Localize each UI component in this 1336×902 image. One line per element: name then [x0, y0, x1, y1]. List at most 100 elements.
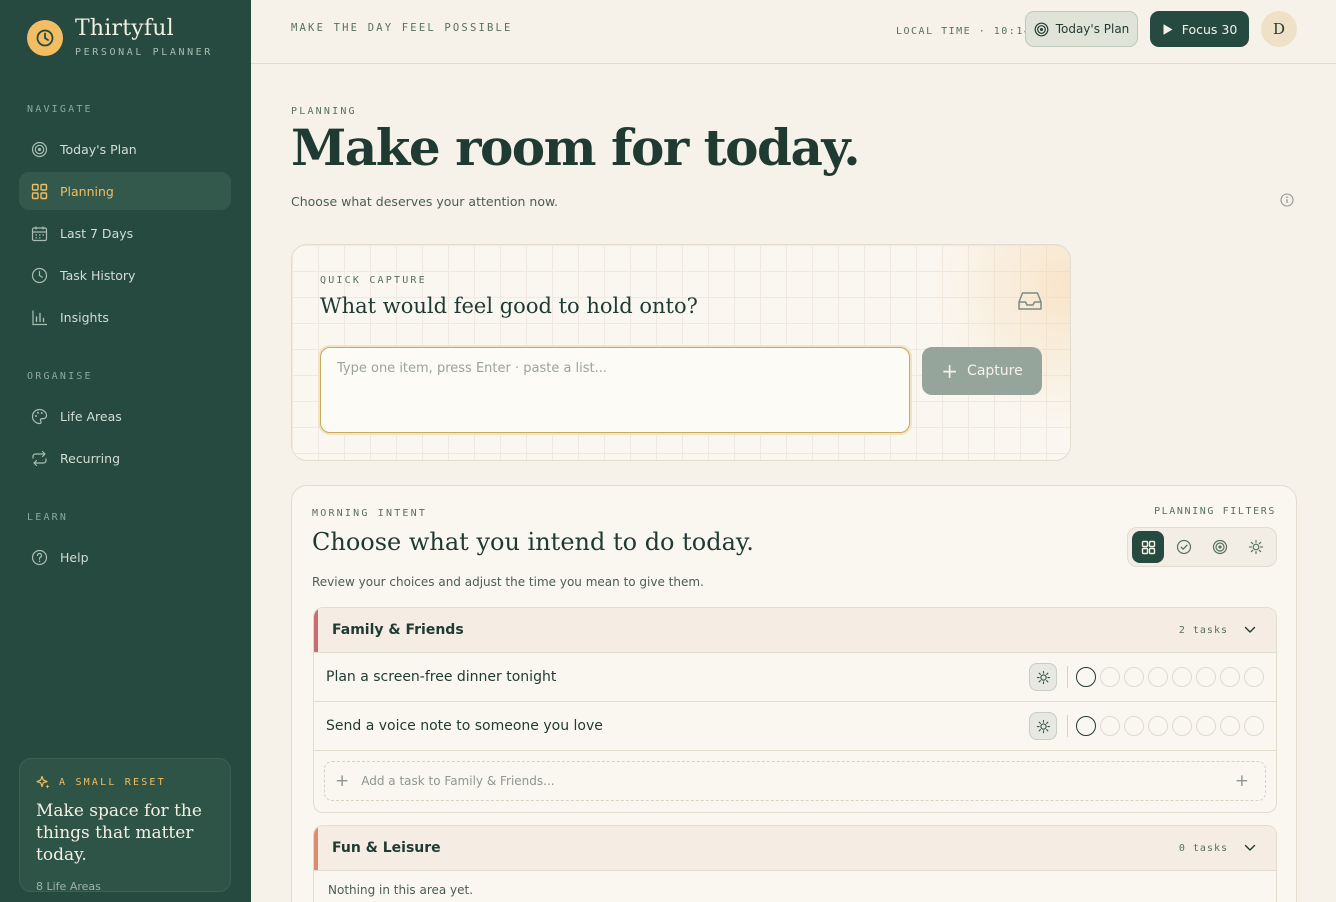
sun-icon: [1036, 719, 1050, 733]
palette-icon: [31, 408, 48, 425]
capture-input[interactable]: [320, 347, 910, 433]
time-slot[interactable]: [1244, 667, 1264, 687]
tagline: MAKE THE DAY FEEL POSSIBLE: [291, 22, 513, 34]
intent-subtitle: Review your choices and adjust the time …: [312, 575, 704, 589]
sidebar-item-label: Life Areas: [60, 408, 122, 424]
page-title: Make room for today.: [291, 118, 861, 177]
sidebar-item-insights[interactable]: Insights: [19, 298, 231, 336]
time-slot[interactable]: [1172, 667, 1192, 687]
todays-plan-button[interactable]: Today's Plan: [1025, 11, 1138, 47]
sidebar-item-life-areas[interactable]: Life Areas: [19, 397, 231, 435]
time-slot[interactable]: [1124, 667, 1144, 687]
sidebar-item-label: Today's Plan: [60, 141, 137, 157]
time-slot[interactable]: [1100, 716, 1120, 736]
area-family-friends: Family & Friends 2 tasks Plan a screen-f…: [313, 607, 1277, 813]
planning-filters: [1127, 527, 1277, 567]
small-reset-card: A SMALL RESET Make space for the things …: [19, 758, 231, 893]
time-selector: [1076, 716, 1264, 736]
time-selector: [1076, 667, 1264, 687]
add-to-today-button[interactable]: [1029, 712, 1057, 740]
reset-text: Make space for the things that matter to…: [36, 801, 202, 866]
sidebar-item-recurring[interactable]: Recurring: [19, 439, 231, 477]
sidebar-item-last-7-days[interactable]: Last 7 Days: [19, 214, 231, 252]
topbar: MAKE THE DAY FEEL POSSIBLE LOCAL TIME · …: [251, 0, 1336, 64]
planning-filters-label: PLANNING FILTERS: [1154, 506, 1276, 517]
time-slot[interactable]: [1220, 716, 1240, 736]
time-slot[interactable]: [1220, 667, 1240, 687]
grid-icon: [31, 183, 48, 200]
sidebar-item-task-history[interactable]: Task History: [19, 256, 231, 294]
page-eyebrow: PLANNING: [291, 106, 357, 117]
add-task-button[interactable]: +: [1235, 772, 1249, 790]
grid-icon: [1141, 540, 1155, 554]
area-task-count: 0 tasks: [1178, 842, 1228, 854]
morning-intent-card: MORNING INTENT Choose what you intend to…: [291, 485, 1297, 902]
filter-today-button[interactable]: [1240, 531, 1272, 563]
intent-title: Choose what you intend to do today.: [312, 528, 754, 556]
time-slot[interactable]: [1196, 716, 1216, 736]
task-row[interactable]: Send a voice note to someone you love: [314, 701, 1276, 750]
target-icon: [31, 141, 48, 158]
brand-subtitle: PERSONAL PLANNER: [75, 47, 213, 58]
chevron-down-icon[interactable]: [1244, 844, 1256, 852]
sidebar-item-label: Task History: [60, 267, 136, 283]
area-name: Fun & Leisure: [332, 840, 441, 856]
add-task-wrap: + Add a task to Family & Friends... +: [314, 750, 1276, 812]
avatar[interactable]: D: [1261, 11, 1297, 47]
divider: [1067, 715, 1068, 737]
add-to-today-button[interactable]: [1029, 663, 1057, 691]
chevron-down-icon[interactable]: [1244, 626, 1256, 634]
play-icon: [1163, 23, 1173, 35]
add-task-input[interactable]: + Add a task to Family & Friends... +: [324, 761, 1266, 801]
filter-grid-button[interactable]: [1132, 531, 1164, 563]
sidebar-item-todays-plan[interactable]: Today's Plan: [19, 130, 231, 168]
filter-done-button[interactable]: [1168, 531, 1200, 563]
nav-section-learn: LEARN: [27, 512, 69, 523]
time-slot[interactable]: [1076, 716, 1096, 736]
empty-area-message: Nothing in this area yet.: [314, 870, 1276, 902]
target-icon: [1212, 539, 1228, 555]
area-fun-leisure: Fun & Leisure 0 tasks Nothing in this ar…: [313, 825, 1277, 902]
area-name: Family & Friends: [332, 622, 464, 638]
plus-icon: +: [941, 359, 959, 383]
time-slot[interactable]: [1148, 667, 1168, 687]
time-slot[interactable]: [1196, 667, 1216, 687]
brand[interactable]: Thirtyful PERSONAL PLANNER: [27, 18, 213, 58]
sidebar-item-label: Help: [60, 549, 89, 565]
intent-eyebrow: MORNING INTENT: [312, 508, 428, 519]
task-row[interactable]: Plan a screen-free dinner tonight: [314, 652, 1276, 701]
capture-eyebrow: QUICK CAPTURE: [320, 275, 427, 286]
brand-name: Thirtyful: [75, 16, 174, 41]
divider: [1067, 666, 1068, 688]
clock-icon: [27, 20, 63, 56]
local-time: LOCAL TIME · 10:14: [896, 26, 1032, 37]
sidebar-item-planning[interactable]: Planning: [19, 172, 231, 210]
sun-icon: [1036, 670, 1050, 684]
time-slot[interactable]: [1100, 667, 1120, 687]
inbox-icon[interactable]: [1017, 290, 1043, 316]
task-title: Plan a screen-free dinner tonight: [326, 669, 557, 685]
time-slot[interactable]: [1148, 716, 1168, 736]
nav-section-organise: ORGANISE: [27, 371, 93, 382]
bar-chart-icon: [31, 309, 48, 326]
area-header[interactable]: Fun & Leisure 0 tasks: [314, 826, 1276, 870]
time-slot[interactable]: [1244, 716, 1264, 736]
plus-icon: +: [335, 770, 350, 791]
area-header[interactable]: Family & Friends 2 tasks: [314, 608, 1276, 652]
time-slot[interactable]: [1076, 667, 1096, 687]
time-slot[interactable]: [1172, 716, 1192, 736]
sidebar-item-label: Planning: [60, 183, 114, 199]
clock-icon: [31, 267, 48, 284]
page-subtitle: Choose what deserves your attention now.: [291, 194, 559, 209]
task-title: Send a voice note to someone you love: [326, 718, 603, 734]
repeat-icon: [31, 450, 48, 467]
sidebar-item-help[interactable]: Help: [19, 538, 231, 576]
nav-section-navigate: NAVIGATE: [27, 104, 93, 115]
focus-30-button[interactable]: Focus 30: [1150, 11, 1249, 47]
sun-icon: [1248, 539, 1264, 555]
capture-button[interactable]: + Capture: [922, 347, 1042, 395]
info-icon[interactable]: [1280, 192, 1294, 211]
time-slot[interactable]: [1124, 716, 1144, 736]
calendar-icon: [31, 225, 48, 242]
filter-focus-button[interactable]: [1204, 531, 1236, 563]
